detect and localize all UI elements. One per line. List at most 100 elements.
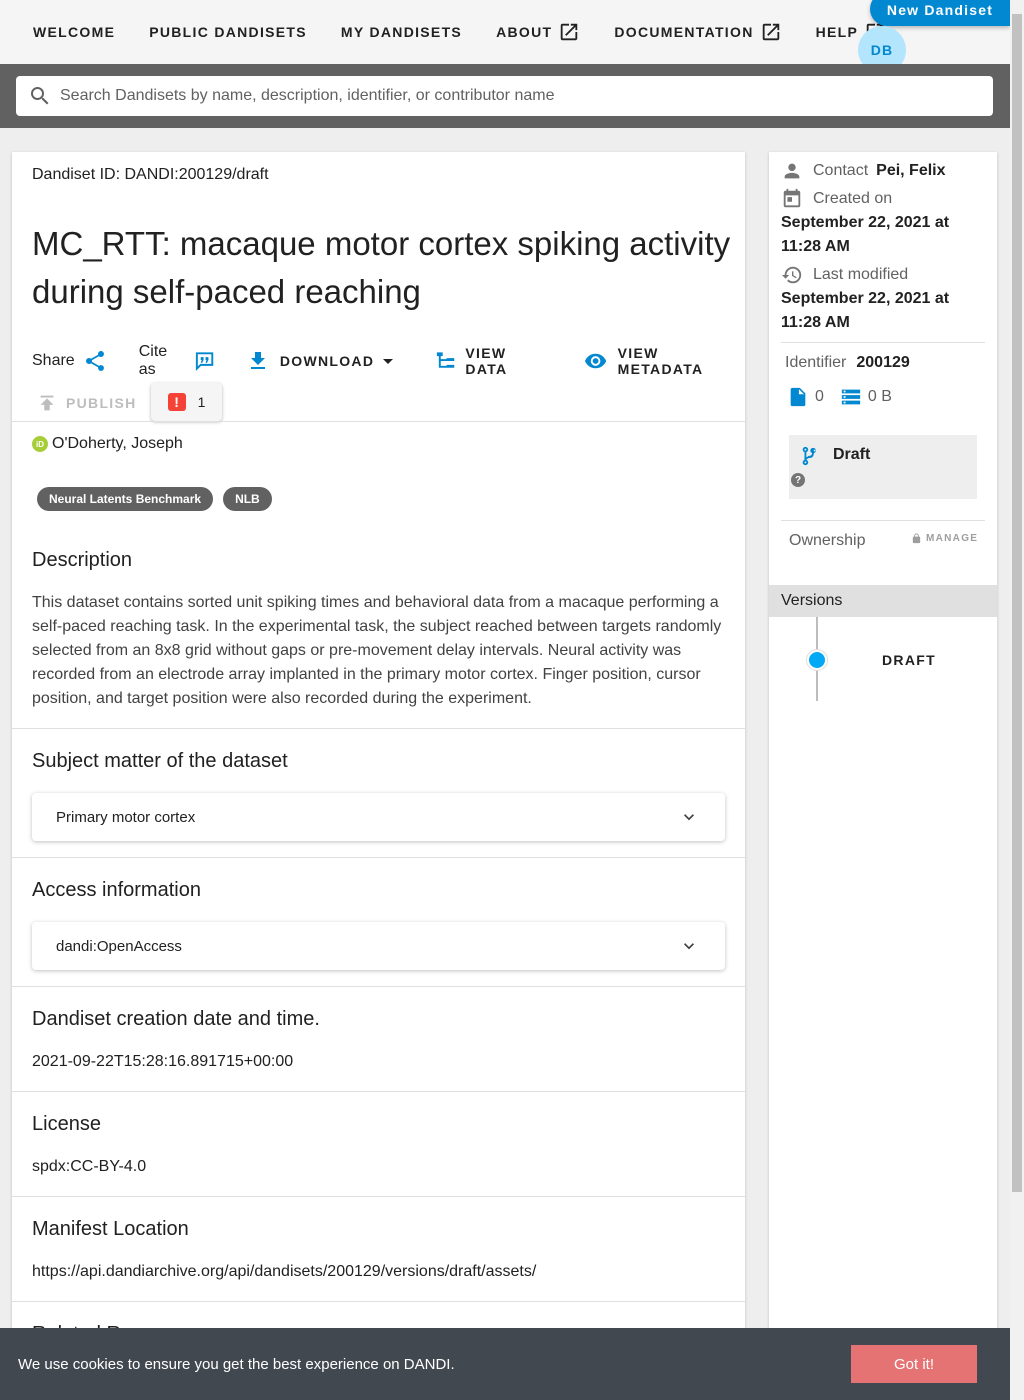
access-heading: Access information: [32, 879, 201, 901]
divider: [12, 1091, 745, 1092]
nav-welcome[interactable]: Welcome: [16, 0, 132, 64]
page-title: MC_RTT: macaque motor cortex spiking act…: [32, 225, 731, 310]
scrollbar-thumb[interactable]: [1012, 14, 1022, 1192]
calendar-icon: [783, 188, 801, 208]
action-bar: Share Cite as Download View Data View Me…: [32, 343, 745, 379]
divider: [12, 421, 745, 422]
scrollbar[interactable]: [1010, 0, 1024, 1400]
version-item-draft[interactable]: DRAFT: [882, 652, 936, 668]
publish-icon: [40, 395, 54, 411]
publish-button[interactable]: Publish: [36, 392, 137, 414]
help-icon[interactable]: ?: [791, 473, 805, 487]
dandiset-main-card: Dandiset ID: DANDI:200129/draft MC_RTT: …: [12, 152, 745, 1352]
alert-icon: !: [167, 393, 186, 411]
created-date: September 22, 2021 at 11:28 AM: [781, 214, 950, 255]
modified-row: Last modified: [781, 264, 908, 286]
manage-label: Manage: [926, 533, 979, 544]
subject-expander[interactable]: Primary motor cortex: [32, 793, 725, 841]
nav-my-dandisets-label: My Dandisets: [340, 24, 463, 40]
eye-icon: [585, 353, 607, 369]
share-label: Share: [32, 352, 75, 369]
cite-button[interactable]: Cite as: [139, 343, 216, 379]
created-value: 2021-09-22T15:28:16.891715+00:00: [32, 1053, 294, 1070]
nav-documentation-label: Documentation: [614, 24, 754, 40]
lock-icon: [912, 533, 921, 544]
nav-about-label: About: [496, 24, 553, 40]
view-data-label: View Data: [465, 345, 508, 377]
download-button[interactable]: Download: [246, 349, 400, 373]
nav-public-dandisets[interactable]: Public Dandisets: [132, 0, 324, 64]
nav-welcome-label: Welcome: [33, 24, 116, 40]
description-text: This dataset contains sorted unit spikin…: [32, 594, 722, 707]
history-icon: [781, 266, 802, 284]
nav-my-dandisets[interactable]: My Dandisets: [324, 0, 479, 64]
created-label: Created on: [813, 190, 893, 207]
created-heading: Dandiset creation date and time.: [32, 1008, 320, 1030]
ownership-label: Ownership: [789, 532, 866, 549]
identifier-value: 200129: [856, 354, 910, 371]
file-icon: [790, 387, 806, 407]
nav-help-label: Help: [815, 24, 859, 40]
nav-public-dandisets-label: Public Dandisets: [149, 24, 307, 40]
versions-header: Versions: [769, 585, 997, 617]
top-nav: Welcome Public Dandisets My Dandisets Ab…: [0, 0, 1010, 74]
description-heading: Description: [32, 549, 133, 571]
stats-row: 0 0 B: [787, 386, 892, 408]
version-status: Draft: [833, 446, 871, 463]
version-status-box: Draft ?: [789, 435, 977, 499]
open-in-new-icon: [561, 23, 578, 41]
view-metadata-label: View Metadata: [617, 345, 704, 377]
error-count: 1: [197, 394, 206, 410]
modified-label: Last modified: [813, 266, 909, 283]
search-input[interactable]: [60, 87, 960, 105]
cookie-accept-button[interactable]: Got it!: [851, 1345, 977, 1383]
publish-label: Publish: [66, 395, 137, 411]
contact-row: Contact Pei, Felix: [781, 160, 946, 182]
license-value: spdx:CC-BY-4.0: [32, 1158, 147, 1175]
view-data-button[interactable]: View Data: [434, 345, 550, 377]
versions-label: Versions: [781, 592, 843, 609]
person-icon: [784, 163, 800, 179]
download-icon: [250, 352, 265, 369]
file-tree-icon: [437, 352, 455, 368]
open-in-new-icon: [762, 23, 779, 41]
validation-errors-button[interactable]: ! 1: [151, 383, 222, 421]
share-button[interactable]: Share: [32, 349, 107, 373]
storage-icon: [841, 389, 861, 405]
view-metadata-button[interactable]: View Metadata: [584, 345, 745, 377]
nav-about[interactable]: About: [479, 0, 597, 64]
download-label: Download: [279, 353, 375, 369]
total-size: 0 B: [867, 388, 892, 405]
modified-date: September 22, 2021 at 11:28 AM: [781, 290, 950, 331]
format-quote-icon: [195, 352, 213, 372]
manage-button[interactable]: Manage: [911, 533, 978, 544]
search-icon: [31, 87, 49, 105]
contributor[interactable]: iD O'Doherty, Joseph: [32, 435, 183, 453]
new-dandiset-button[interactable]: New Dandiset: [870, 0, 1010, 26]
divider: [12, 728, 745, 729]
orcid-icon: iD: [32, 436, 48, 452]
subject-value: Primary motor cortex: [56, 808, 196, 826]
search-box[interactable]: [16, 76, 993, 116]
dandiset-side-panel: Contact Pei, Felix Created on September …: [769, 152, 997, 1352]
nav-documentation[interactable]: Documentation: [597, 0, 798, 64]
cite-label: Cite as: [138, 343, 168, 378]
contact-label: Contact: [813, 162, 869, 179]
manifest-value[interactable]: https://api.dandiarchive.org/api/dandise…: [32, 1263, 536, 1281]
divider: [12, 1196, 745, 1197]
contact-name[interactable]: Pei, Felix: [876, 162, 945, 180]
chevron-down-icon: [684, 814, 694, 821]
divider: [781, 520, 985, 521]
divider: [12, 1301, 745, 1302]
dandiset-id: Dandiset ID: DANDI:200129/draft: [32, 166, 269, 183]
subject-heading: Subject matter of the dataset: [32, 750, 288, 772]
divider: [12, 986, 745, 987]
divider: [12, 857, 745, 858]
share-icon: [85, 351, 104, 371]
cookie-banner: We use cookies to ensure you get the bes…: [0, 1328, 1010, 1400]
identifier-label: Identifier: [785, 354, 847, 371]
keyword-chip: Neural Latents Benchmark: [37, 487, 214, 511]
license-heading: License: [32, 1113, 101, 1135]
access-expander[interactable]: dandi:OpenAccess: [32, 922, 725, 970]
search-band: [0, 64, 1010, 128]
